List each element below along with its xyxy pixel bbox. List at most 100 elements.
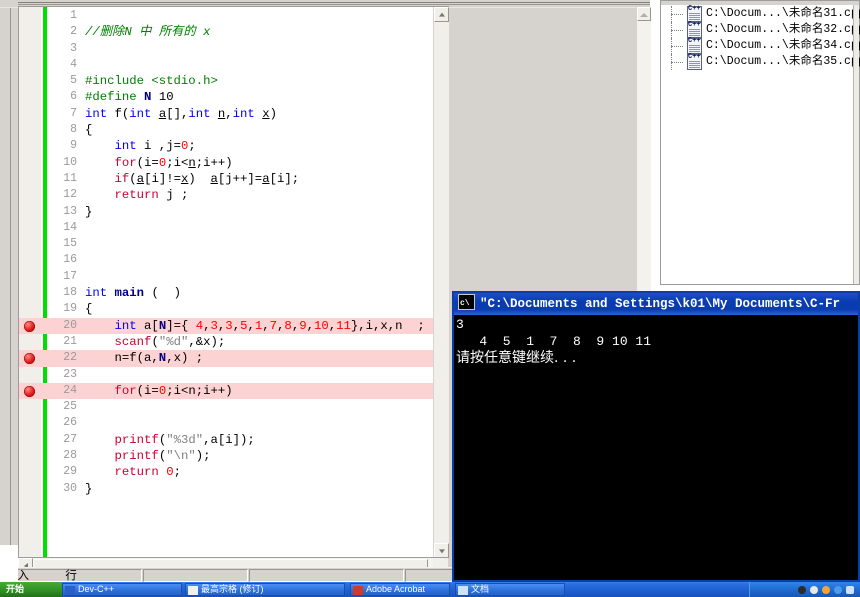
code-line[interactable]: 3 [19,41,449,57]
code-line[interactable]: 26 [19,415,449,431]
clock-icon[interactable] [846,586,854,594]
code-line-text: scanf("%d",&x); [114,334,226,349]
line-number: 18 [63,286,77,300]
code-line[interactable]: 4 [19,57,449,73]
code-line[interactable]: 23 [19,367,449,383]
code-line[interactable]: 6 #define N 10 [19,89,449,105]
start-button[interactable]: 开始 [0,582,66,597]
file-panel-scrollbar[interactable] [853,5,859,284]
network-icon[interactable] [810,586,818,594]
file-path-label: C:\Docum...\未命名31.cpp* [706,7,860,20]
file-list-item[interactable]: C++ C:\Docum...\未命名31.cpp* [661,6,860,22]
line-number: 4 [70,57,77,71]
code-line[interactable]: 11 if(a[i]!=x) a[j++]=a[i]; [19,171,449,187]
code-line[interactable]: 25 [19,399,449,415]
taskbar-item-icon [65,586,75,595]
console-icon [458,293,475,315]
line-number: 7 [70,106,77,120]
code-line-text: printf("\n"); [114,449,211,464]
code-line[interactable]: 17 [19,269,449,285]
console-titlebar[interactable]: "C:\Documents and Settings\k01\My Docume… [454,293,858,315]
code-editor[interactable]: 1 2//删除N 中 所有的 x 3 4 5 #include <stdio.h> 6 #de… [18,6,449,558]
chevron-up-icon [438,12,445,17]
code-line[interactable]: 7 int f(int a[],int n,int x) [19,106,449,122]
line-number: 23 [63,367,77,381]
editor-vertical-scrollbar[interactable] [433,7,449,558]
code-line[interactable]: 16 [19,252,449,268]
taskbar-item[interactable]: Adobe Acrobat [350,583,450,596]
system-tray[interactable] [749,582,860,597]
file-list-item[interactable]: C++ C:\Docum...\未命名34.cpp [661,38,860,54]
code-line[interactable]: 28 printf("\n"); [19,448,449,464]
code-line[interactable]: 20 int a[N]={ 4,3,3,5,1,7,8,9,10,11},i,x… [19,317,449,334]
taskbar[interactable]: 开始 Dev-C++ 最高宗格 (修订) Adobe Acrobat 文档 [0,582,860,597]
line-number: 25 [63,400,77,414]
code-line[interactable]: 2 //删除N 中 所有的 x [19,24,449,40]
line-number: 14 [63,220,77,234]
tree-connector-icon [665,38,687,54]
code-line[interactable]: 27 printf("%3d",a[i]); [19,432,449,448]
code-line-text: n=f(a,N,x) ; [85,351,204,366]
taskbar-item-label: 文档 [471,584,490,594]
console-window[interactable]: "C:\Documents and Settings\k01\My Docume… [452,291,860,582]
status-insert-mode: 插入 行 [2,569,142,582]
breakpoint-icon[interactable] [24,385,35,397]
code-line[interactable]: 22 n=f(a,N,x) ; [19,350,449,367]
code-line[interactable]: 24 for(i=0;i<n;i++) [19,382,449,400]
file-list-item[interactable]: C++ C:\Docum...\未命名32.cpp [661,22,860,38]
status-line-label: 行 [65,570,77,582]
code-line-text: } [85,481,93,496]
line-number: 5 [70,74,77,88]
line-number: 10 [63,155,77,169]
code-line[interactable]: 10 for(i=0;i<n;i++) [19,155,449,171]
cpp-file-icon: C++ [687,54,702,70]
code-line[interactable]: 1 [19,8,449,24]
cpp-file-icon: C++ [687,38,702,54]
line-number: 21 [63,334,77,348]
file-list-item[interactable]: C++ C:\Docum...\未命名35.cpp [661,54,860,70]
scroll-up-button[interactable] [434,7,449,22]
breakpoint-icon[interactable] [24,320,35,332]
code-line-text: for(i=0;i<n;i++) [114,383,233,398]
code-line[interactable]: 9 int i ,j=0; [19,138,449,154]
breakpoint-icon[interactable] [24,353,35,365]
code-line-text: #define N 10 [85,90,174,105]
code-line[interactable]: 14 [19,220,449,236]
code-line[interactable]: 30} [19,481,449,497]
volume-icon[interactable] [798,586,806,594]
open-files-panel[interactable]: C++ C:\Docum...\未命名31.cpp* C++ C:\Docum...\… [660,0,860,285]
code-line[interactable]: 5 #include <stdio.h> [19,73,449,89]
taskbar-item[interactable]: Dev-C++ [62,583,182,596]
ide-left-bottom-filler [0,545,18,582]
console-title-text: "C:\Documents and Settings\k01\My Docume… [480,297,841,311]
code-line[interactable]: 12 return j ; [19,187,449,203]
code-line-text: int main ( ) [85,286,181,301]
cpp-file-icon: C++ [687,6,702,22]
taskbar-item[interactable]: 文档 [455,583,565,596]
code-lines-container: 1 2//删除N 中 所有的 x 3 4 5 #include <stdio.h> 6 #de… [19,8,449,497]
code-line[interactable]: 19 { [19,301,449,317]
line-number: 28 [63,449,77,463]
code-line[interactable]: 15 [19,236,449,252]
line-number: 29 [63,465,77,479]
scroll-down-button[interactable] [434,543,449,558]
line-number: 26 [63,416,77,430]
outer-scroll-up-button[interactable] [637,7,651,21]
tree-connector-icon [665,54,687,70]
console-output-line: 3 [456,317,464,332]
line-number: 16 [63,253,77,267]
taskbar-item-label: 最高宗格 (修订) [201,584,264,594]
code-line[interactable]: 29 return 0; [19,464,449,480]
taskbar-item[interactable]: 最高宗格 (修订) [185,583,345,596]
code-line[interactable]: 18 int main ( ) [19,285,449,301]
code-line-text: int i ,j=0; [114,139,196,154]
shield-icon[interactable] [822,586,830,594]
line-number: 30 [63,481,77,495]
console-output[interactable]: 3 4 5 1 7 8 9 10 11 请按任意键继续. . . [454,315,858,580]
code-line[interactable]: 21 scanf("%d",&x); [19,334,449,350]
update-icon[interactable] [834,586,842,594]
frame-edge-line-1 [18,2,650,3]
code-line[interactable]: 13} [19,204,449,220]
line-number: 15 [63,237,77,251]
code-line[interactable]: 8{ [19,122,449,138]
